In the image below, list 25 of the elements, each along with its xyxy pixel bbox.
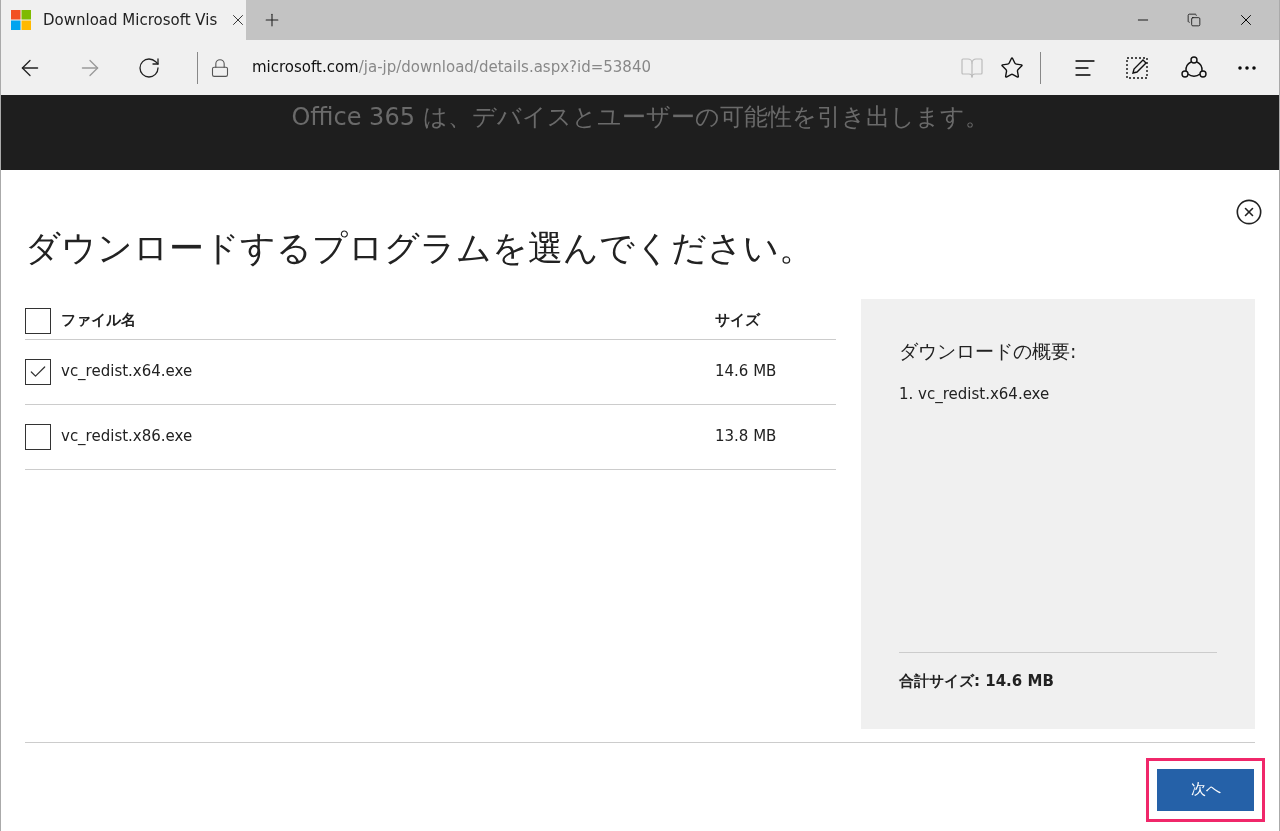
total-size: 合計サイズ: 14.6 MB [899, 671, 1054, 690]
close-dialog-icon[interactable] [1235, 198, 1263, 226]
note-pen-icon[interactable] [1125, 55, 1149, 80]
checkbox[interactable] [25, 423, 51, 450]
windows-logo-icon [11, 10, 31, 30]
file-name: vc_redist.x64.exe [61, 361, 194, 383]
summary-heading: ダウンロードの概要: [899, 338, 1078, 364]
file-name: vc_redist.x86.exe [61, 426, 194, 448]
tab-title: Download Microsoft Vis [43, 9, 218, 31]
file-size: 14.6 MB [715, 361, 778, 383]
column-header: サイズ [715, 310, 762, 332]
banner-text: Office 365 は、デバイスとユーザーの可能性を引き出します。 [291, 102, 989, 133]
summary-item: 1. vc_redist.x64.exe [899, 384, 1051, 405]
restore-icon[interactable] [1187, 13, 1201, 27]
column-header: ファイル名 [61, 310, 137, 332]
refresh-icon[interactable] [137, 55, 161, 80]
share-icon[interactable] [1181, 55, 1207, 80]
next-button[interactable]: 次へ [1157, 768, 1254, 811]
browser-tab[interactable]: Download Microsoft Vis [1, 0, 246, 40]
star-icon[interactable] [1000, 55, 1024, 80]
dialog-title: ダウンロードするプログラムを選んでください。 [25, 227, 815, 270]
lock-icon [210, 57, 230, 78]
checkbox[interactable] [25, 358, 51, 385]
checkbox[interactable] [25, 307, 51, 334]
file-size: 13.8 MB [715, 426, 778, 448]
